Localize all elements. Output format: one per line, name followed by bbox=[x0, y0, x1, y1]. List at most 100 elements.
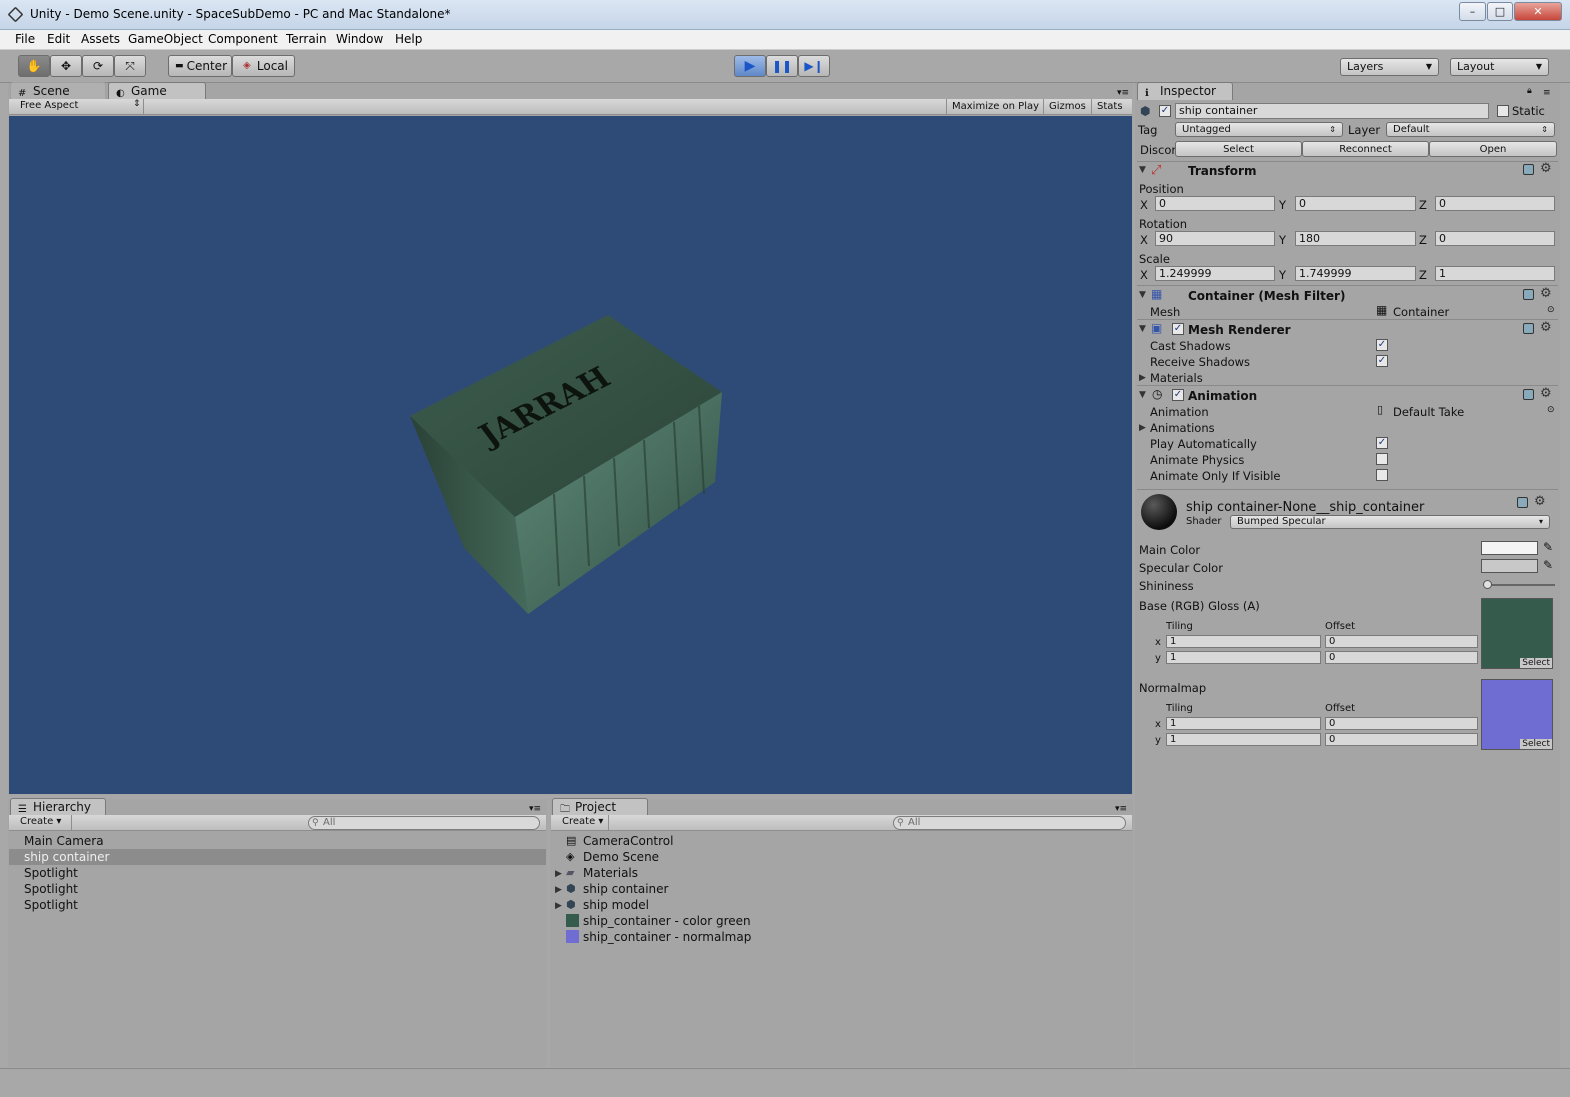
layout-dropdown[interactable]: Layout ▼ bbox=[1450, 58, 1549, 76]
tag-dropdown[interactable]: Untagged ⇕ bbox=[1175, 122, 1343, 137]
hand-tool-button[interactable]: ✋ bbox=[18, 55, 50, 77]
play-button[interactable]: ▶ bbox=[734, 55, 766, 77]
hierarchy-search-input[interactable]: ⚲ All bbox=[308, 816, 540, 830]
foldout-closed-icon[interactable]: ▶ bbox=[1139, 423, 1146, 433]
menu-component[interactable]: Component bbox=[208, 32, 278, 46]
eyedropper-icon[interactable]: ✎ bbox=[1543, 540, 1553, 554]
menu-terrain[interactable]: Terrain bbox=[286, 32, 327, 46]
prefab-reconnect-button[interactable]: Reconnect bbox=[1302, 141, 1429, 157]
active-checkbox[interactable]: ✓ bbox=[1159, 105, 1171, 117]
position-y-field[interactable]: 0 bbox=[1295, 196, 1416, 211]
move-tool-button[interactable]: ✥ bbox=[50, 55, 82, 77]
project-item[interactable]: ship_container - color green bbox=[583, 913, 751, 929]
project-search-input[interactable]: ⚲ All bbox=[893, 816, 1126, 830]
foldout-open-icon[interactable]: ▼ bbox=[1139, 290, 1146, 300]
rotation-y-field[interactable]: 180 bbox=[1295, 231, 1416, 246]
main-color-swatch[interactable] bbox=[1481, 541, 1538, 555]
foldout-open-icon[interactable]: ▼ bbox=[1139, 165, 1146, 175]
gear-icon[interactable]: ⚙ bbox=[1540, 320, 1552, 335]
base-offset-y-field[interactable]: 0 bbox=[1325, 651, 1478, 664]
help-icon[interactable] bbox=[1523, 289, 1534, 300]
layers-dropdown[interactable]: Layers ▼ bbox=[1340, 58, 1439, 76]
minimize-button[interactable]: – bbox=[1459, 2, 1486, 21]
rotate-tool-button[interactable]: ⟳ bbox=[82, 55, 114, 77]
prefab-select-button[interactable]: Select bbox=[1175, 141, 1302, 157]
layer-dropdown[interactable]: Default ⇕ bbox=[1386, 122, 1555, 137]
project-item[interactable]: ship container bbox=[583, 881, 668, 897]
hierarchy-item[interactable]: Main Camera bbox=[9, 833, 546, 849]
base-offset-x-field[interactable]: 0 bbox=[1325, 635, 1478, 648]
project-item[interactable]: CameraControl bbox=[583, 833, 673, 849]
stats-button[interactable]: Stats bbox=[1091, 99, 1128, 115]
pause-button[interactable]: ❚❚ bbox=[766, 55, 798, 77]
shininess-slider-thumb[interactable] bbox=[1483, 580, 1492, 589]
gear-icon[interactable]: ⚙ bbox=[1540, 161, 1552, 176]
base-texture-slot[interactable]: Select bbox=[1481, 598, 1553, 669]
mesh-value[interactable]: Container bbox=[1393, 305, 1449, 319]
project-create-button[interactable]: Create ▾ bbox=[562, 816, 603, 827]
help-icon[interactable] bbox=[1523, 323, 1534, 334]
panel-menu-icon[interactable]: ▾≡ bbox=[1115, 804, 1127, 814]
prefab-open-button[interactable]: Open bbox=[1429, 141, 1557, 157]
pivot-center-button[interactable]: ▬ Center bbox=[168, 55, 232, 77]
project-item[interactable]: Materials bbox=[583, 865, 638, 881]
tab-inspector[interactable]: ℹ Inspector bbox=[1137, 82, 1233, 100]
lock-icon[interactable]: 🔒︎ bbox=[1527, 86, 1532, 96]
close-button[interactable]: ✕ bbox=[1514, 2, 1562, 21]
materials-foldout[interactable]: Materials bbox=[1150, 371, 1203, 385]
texture-select-button[interactable]: Select bbox=[1520, 739, 1552, 749]
rotation-x-field[interactable]: 90 bbox=[1155, 231, 1275, 246]
scale-z-field[interactable]: 1 bbox=[1435, 266, 1555, 281]
foldout-open-icon[interactable]: ▼ bbox=[1139, 324, 1146, 334]
animations-foldout[interactable]: Animations bbox=[1150, 421, 1215, 435]
project-item[interactable]: ship_container - normalmap bbox=[583, 929, 751, 945]
tab-game[interactable]: ◐ Game bbox=[108, 82, 206, 100]
hierarchy-item[interactable]: Spotlight bbox=[9, 881, 546, 897]
eyedropper-icon[interactable]: ✎ bbox=[1543, 558, 1553, 572]
scale-y-field[interactable]: 1.749999 bbox=[1295, 266, 1416, 281]
foldout-closed-icon[interactable]: ▶ bbox=[555, 901, 562, 911]
help-icon[interactable] bbox=[1523, 164, 1534, 175]
menu-gameobject[interactable]: GameObject bbox=[128, 32, 203, 46]
menu-window[interactable]: Window bbox=[336, 32, 383, 46]
tab-hierarchy[interactable]: ☰ Hierarchy bbox=[10, 798, 106, 816]
panel-menu-icon[interactable]: ≡ bbox=[1543, 88, 1551, 98]
normal-offset-x-field[interactable]: 0 bbox=[1325, 717, 1478, 730]
foldout-open-icon[interactable]: ▼ bbox=[1139, 390, 1146, 400]
step-button[interactable]: ▶❙ bbox=[798, 55, 830, 77]
gear-icon[interactable]: ⚙ bbox=[1540, 386, 1552, 401]
gizmos-button[interactable]: Gizmos bbox=[1043, 99, 1091, 115]
object-picker-icon[interactable]: ⊙ bbox=[1547, 405, 1555, 415]
menu-edit[interactable]: Edit bbox=[47, 32, 70, 46]
project-item[interactable]: Demo Scene bbox=[583, 849, 659, 865]
normalmap-texture-slot[interactable]: Select bbox=[1481, 679, 1553, 750]
normal-tiling-y-field[interactable]: 1 bbox=[1166, 733, 1321, 746]
receive-shadows-checkbox[interactable]: ✓ bbox=[1376, 355, 1388, 367]
help-icon[interactable] bbox=[1523, 389, 1534, 400]
aspect-dropdown[interactable]: Free Aspect bbox=[20, 100, 78, 111]
menu-help[interactable]: Help bbox=[395, 32, 422, 46]
position-x-field[interactable]: 0 bbox=[1155, 196, 1275, 211]
cast-shadows-checkbox[interactable]: ✓ bbox=[1376, 339, 1388, 351]
play-automatically-checkbox[interactable]: ✓ bbox=[1376, 437, 1388, 449]
animate-physics-checkbox[interactable] bbox=[1376, 453, 1388, 465]
hierarchy-item[interactable]: Spotlight bbox=[9, 865, 546, 881]
base-tiling-y-field[interactable]: 1 bbox=[1166, 651, 1321, 664]
project-item[interactable]: ship model bbox=[583, 897, 649, 913]
hierarchy-item[interactable]: Spotlight bbox=[9, 897, 546, 913]
hierarchy-item-selected[interactable]: ship container bbox=[9, 849, 546, 865]
maximize-on-play-button[interactable]: Maximize on Play bbox=[946, 99, 1044, 115]
gear-icon[interactable]: ⚙ bbox=[1534, 494, 1546, 509]
space-local-button[interactable]: ◈ Local bbox=[232, 55, 295, 77]
object-name-field[interactable]: ship container bbox=[1175, 103, 1489, 119]
help-icon[interactable] bbox=[1517, 497, 1528, 508]
position-z-field[interactable]: 0 bbox=[1435, 196, 1555, 211]
foldout-closed-icon[interactable]: ▶ bbox=[555, 869, 562, 879]
foldout-closed-icon[interactable]: ▶ bbox=[555, 885, 562, 895]
animation-clip-value[interactable]: Default Take bbox=[1393, 405, 1464, 419]
menu-assets[interactable]: Assets bbox=[81, 32, 120, 46]
specular-color-swatch[interactable] bbox=[1481, 559, 1538, 573]
gear-icon[interactable]: ⚙ bbox=[1540, 286, 1552, 301]
normal-offset-y-field[interactable]: 0 bbox=[1325, 733, 1478, 746]
scale-tool-button[interactable]: ⤧ bbox=[114, 55, 146, 77]
